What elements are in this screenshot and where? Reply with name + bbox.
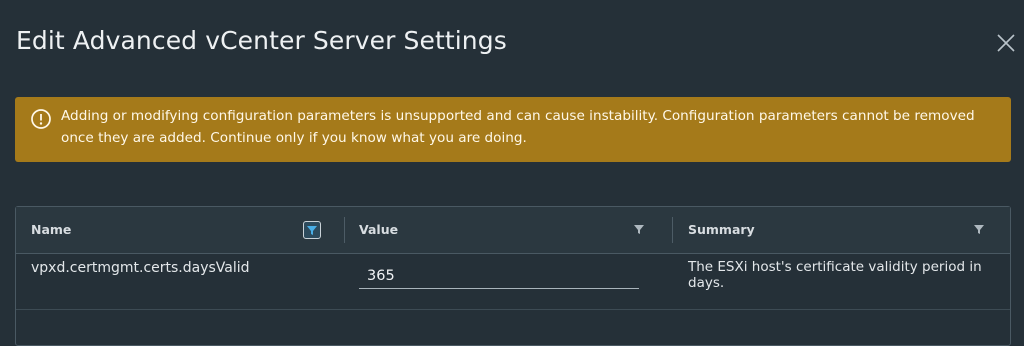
filter-icon	[634, 225, 644, 234]
column-header-summary[interactable]: Summary	[688, 207, 755, 253]
column-header-name[interactable]: Name	[31, 207, 71, 253]
settings-grid: Name Value Summary vpxd.certmgmt.certs.d…	[15, 206, 1011, 346]
setting-name: vpxd.certmgmt.certs.daysValid	[31, 260, 250, 276]
grid-header: Name Value Summary	[16, 207, 1010, 254]
setting-value-input[interactable]	[359, 263, 639, 289]
close-button[interactable]	[994, 31, 1018, 55]
value-filter-button[interactable]	[631, 221, 649, 239]
filter-icon	[974, 225, 984, 234]
row-divider	[16, 309, 1010, 310]
warning-message: Adding or modifying configuration parame…	[61, 108, 975, 146]
summary-filter-button[interactable]	[971, 221, 989, 239]
warning-circle-icon	[31, 109, 51, 129]
dialog-title: Edit Advanced vCenter Server Settings	[16, 26, 507, 55]
column-header-value[interactable]: Value	[359, 207, 398, 253]
close-icon	[997, 34, 1015, 52]
column-separator[interactable]	[672, 217, 673, 243]
column-separator[interactable]	[344, 217, 345, 243]
table-row[interactable]: vpxd.certmgmt.certs.daysValid The ESXi h…	[16, 254, 1010, 302]
warning-banner: Adding or modifying configuration parame…	[15, 97, 1011, 162]
name-filter-button[interactable]	[303, 221, 321, 239]
filter-icon	[307, 226, 317, 235]
setting-summary: The ESXi host's certificate validity per…	[688, 259, 982, 291]
